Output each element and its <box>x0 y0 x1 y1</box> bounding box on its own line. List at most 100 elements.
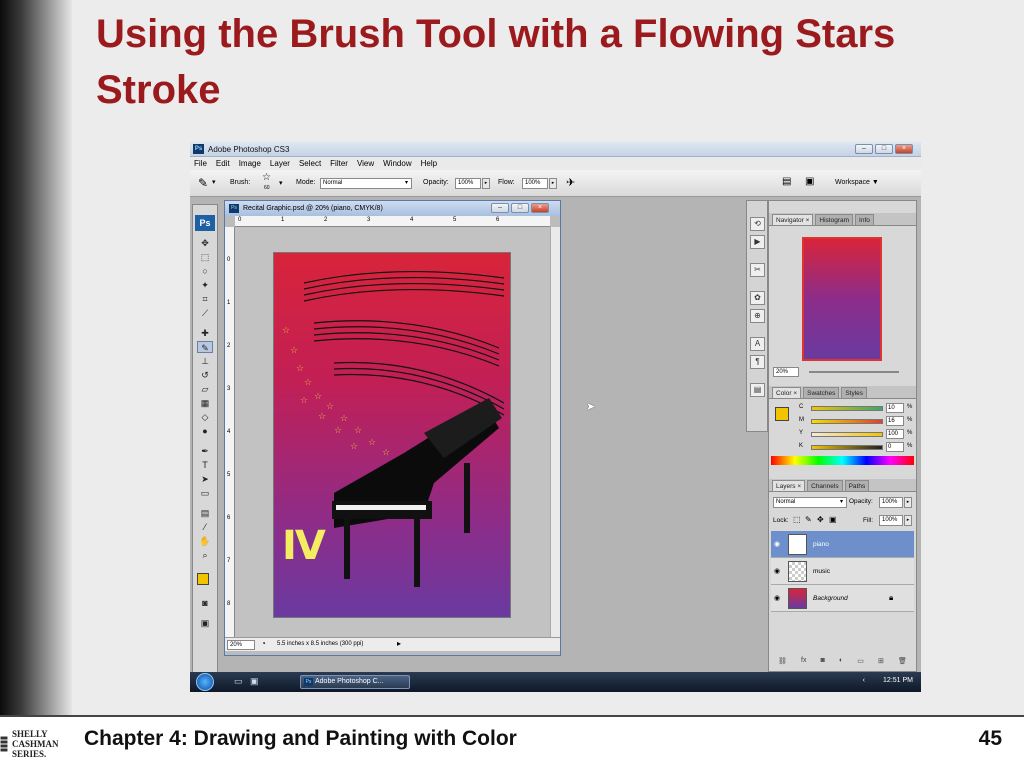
color-foreground-swatch[interactable] <box>775 407 789 421</box>
taskbar-photoshop-button[interactable]: Ps Adobe Photoshop C... <box>300 675 410 689</box>
tab-channels[interactable]: Channels <box>807 480 843 491</box>
layer-comps-panel-icon[interactable]: ▤ <box>750 383 765 397</box>
layer-opacity-arrow-icon[interactable]: ▸ <box>904 497 912 508</box>
link-layers-icon[interactable]: ⛓ <box>778 657 787 665</box>
brush-tool-icon[interactable]: ✎ <box>198 176 208 190</box>
tool-presets-panel-icon[interactable]: ✂ <box>750 263 765 277</box>
flow-input[interactable]: 100% <box>522 178 548 189</box>
screen-mode-icon[interactable]: ▣ <box>197 617 213 629</box>
tool-preset-chevron-icon[interactable]: ▾ <box>212 178 216 186</box>
clone-stamp-tool-icon[interactable]: ⊥ <box>197 355 213 367</box>
zoom-tool-icon[interactable]: ⌕ <box>197 549 213 561</box>
document-zoom-field[interactable]: 20% <box>227 640 255 650</box>
magic-wand-tool-icon[interactable]: ✦ <box>197 279 213 291</box>
magenta-slider[interactable] <box>811 419 883 424</box>
cyan-value-input[interactable]: 10 <box>886 403 904 413</box>
navigator-zoom-field[interactable]: 20% <box>773 367 799 377</box>
notes-tool-icon[interactable]: ▤ <box>197 507 213 519</box>
actions-panel-icon[interactable]: ▶ <box>750 235 765 249</box>
star-brush-icon[interactable]: ☆ <box>262 172 271 183</box>
magenta-value-input[interactable]: 16 <box>886 416 904 426</box>
layer-row-piano[interactable]: ◉ piano <box>771 531 914 558</box>
visibility-eye-icon[interactable]: ◉ <box>774 567 780 575</box>
yellow-value-input[interactable]: 100 <box>886 429 904 439</box>
menu-layer[interactable]: Layer <box>270 159 290 168</box>
tab-swatches[interactable]: Swatches <box>803 387 840 398</box>
history-panel-icon[interactable]: ⟲ <box>750 217 765 231</box>
character-panel-icon[interactable]: A <box>750 337 765 351</box>
lock-transparency-icon[interactable]: ⬚ <box>793 515 801 524</box>
brushes-panel-icon[interactable]: ✿ <box>750 291 765 305</box>
type-tool-icon[interactable]: T <box>197 459 213 471</box>
tab-layers[interactable]: Layers × <box>772 480 806 491</box>
new-group-icon[interactable]: ▭ <box>857 657 864 665</box>
status-menu-icon[interactable]: ◔ <box>261 639 266 648</box>
document-vertical-scrollbar[interactable] <box>550 227 560 637</box>
lock-all-icon[interactable]: ▣ <box>829 515 837 524</box>
adjustment-layer-icon[interactable]: ◐ <box>839 657 843 664</box>
clone-source-panel-icon[interactable]: ⊕ <box>750 309 765 323</box>
status-arrow-icon[interactable]: ▸ <box>397 639 401 648</box>
flow-slider-arrow-icon[interactable]: ▸ <box>549 178 557 189</box>
opacity-input[interactable]: 100% <box>455 178 481 189</box>
menu-edit[interactable]: Edit <box>216 159 230 168</box>
maximize-button[interactable]: □ <box>875 144 893 154</box>
close-button[interactable]: × <box>895 144 913 154</box>
slice-tool-icon[interactable]: ⟋ <box>197 307 213 319</box>
doc-minimize-button[interactable]: – <box>491 203 509 213</box>
recital-artwork[interactable]: ☆☆☆☆ ☆☆☆☆ ☆☆☆☆ ☆☆☆☆ IV <box>273 252 511 618</box>
switch-windows-icon[interactable]: ▣ <box>250 676 259 687</box>
color-spectrum-bar[interactable] <box>771 456 914 465</box>
tab-histogram[interactable]: Histogram <box>815 214 854 225</box>
menu-select[interactable]: Select <box>299 159 321 168</box>
menu-image[interactable]: Image <box>239 159 261 168</box>
black-slider[interactable] <box>811 445 883 450</box>
start-button[interactable] <box>196 673 214 691</box>
new-layer-icon[interactable]: ⊞ <box>878 657 884 665</box>
black-value-input[interactable]: 0 <box>886 442 904 452</box>
menu-file[interactable]: File <box>194 159 207 168</box>
eraser-tool-icon[interactable]: ▱ <box>197 383 213 395</box>
lasso-tool-icon[interactable]: ○ <box>197 265 213 277</box>
pen-tool-icon[interactable]: ✒ <box>197 445 213 457</box>
blend-mode-select[interactable]: Normal ▾ <box>773 497 847 508</box>
show-desktop-icon[interactable]: ▭ <box>234 676 243 687</box>
eyedropper-tool-icon[interactable]: ⁄ <box>197 521 213 533</box>
visibility-eye-icon[interactable]: ◉ <box>774 594 780 602</box>
layer-style-icon[interactable]: fx <box>801 657 806 664</box>
navigator-zoom-slider[interactable] <box>809 371 899 373</box>
menu-filter[interactable]: Filter <box>330 159 348 168</box>
shape-tool-icon[interactable]: ▭ <box>197 487 213 499</box>
document-canvas[interactable]: ☆☆☆☆ ☆☆☆☆ ☆☆☆☆ ☆☆☆☆ IV <box>235 227 550 637</box>
hand-tool-icon[interactable]: ✋ <box>197 535 213 547</box>
move-tool-icon[interactable]: ✥ <box>197 237 213 249</box>
fill-input[interactable]: 100% <box>879 515 903 526</box>
path-selection-tool-icon[interactable]: ➤ <box>197 473 213 485</box>
visibility-eye-icon[interactable]: ◉ <box>774 540 780 548</box>
lock-position-icon[interactable]: ✥ <box>817 515 824 524</box>
trash-icon[interactable]: 🗑︎ <box>898 657 907 665</box>
doc-maximize-button[interactable]: □ <box>511 203 529 213</box>
menu-view[interactable]: View <box>357 159 374 168</box>
layer-row-background[interactable]: ◉ Background 🔒︎ <box>771 585 914 612</box>
brush-tool-icon[interactable]: ✎ <box>197 341 213 353</box>
palette-well-icon[interactable]: ▤ <box>782 176 791 187</box>
minimize-button[interactable]: – <box>855 144 873 154</box>
doc-close-button[interactable]: × <box>531 203 549 213</box>
foreground-color-swatch[interactable] <box>197 573 209 585</box>
tab-color[interactable]: Color × <box>772 387 802 398</box>
tab-styles[interactable]: Styles <box>841 387 868 398</box>
paragraph-panel-icon[interactable]: ¶ <box>750 355 765 369</box>
cyan-slider[interactable] <box>811 406 883 411</box>
tab-navigator[interactable]: Navigator × <box>772 214 814 225</box>
navigator-preview[interactable] <box>802 237 882 361</box>
layer-mask-icon[interactable]: ◙ <box>821 657 825 664</box>
brush-picker-chevron-icon[interactable]: ▾ <box>279 179 283 187</box>
gradient-tool-icon[interactable]: ▦ <box>197 397 213 409</box>
crop-tool-icon[interactable]: ⌗ <box>197 293 213 305</box>
bridge-icon[interactable]: ▣ <box>805 176 814 187</box>
blur-tool-icon[interactable]: ◇ <box>197 411 213 423</box>
layer-opacity-input[interactable]: 100% <box>879 497 903 508</box>
fill-arrow-icon[interactable]: ▸ <box>904 515 912 526</box>
menu-window[interactable]: Window <box>383 159 411 168</box>
